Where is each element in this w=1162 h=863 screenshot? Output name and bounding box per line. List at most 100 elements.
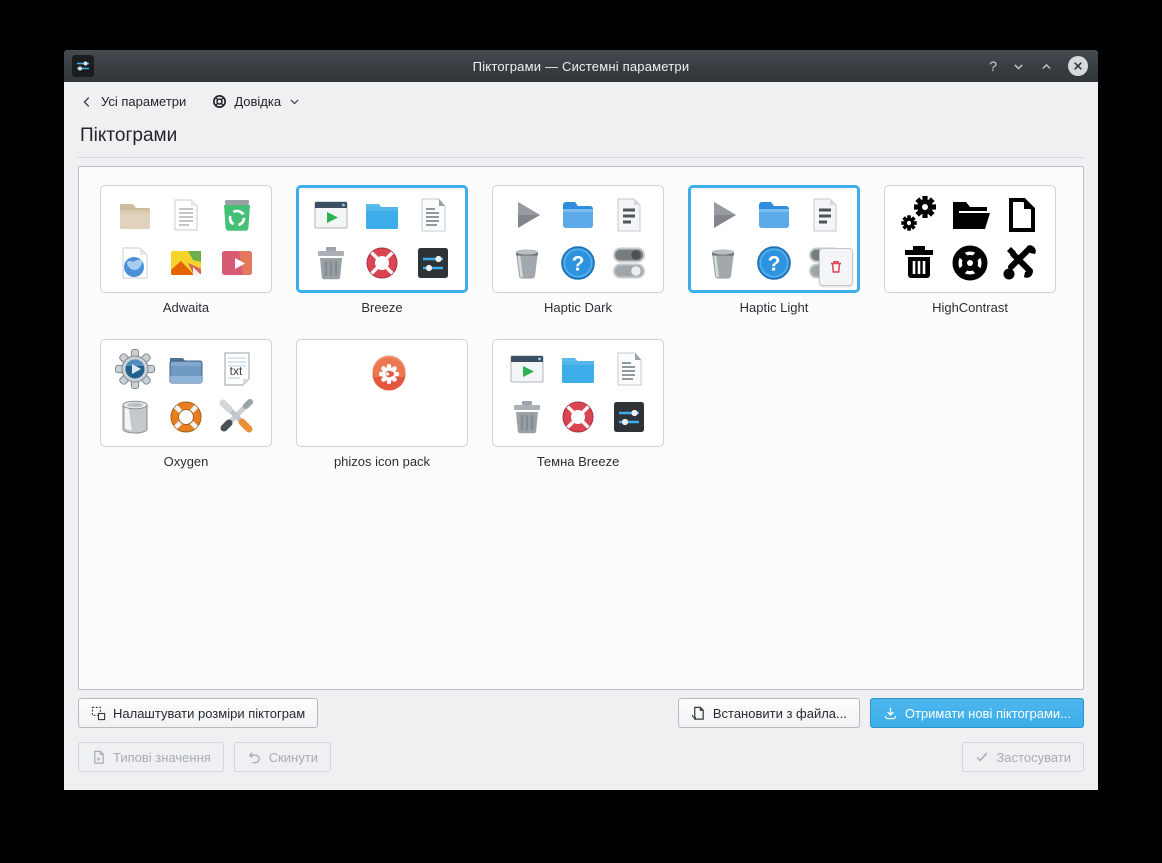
window-title: Піктограми — Системні параметри xyxy=(64,59,1098,74)
theme-label: Haptic Dark xyxy=(544,300,612,315)
toggles-icon xyxy=(607,241,651,285)
theme-item: Темна Breeze xyxy=(492,339,664,469)
apply-button: Застосувати xyxy=(962,742,1084,772)
theme-card[interactable] xyxy=(296,185,468,293)
theme-label: Oxygen xyxy=(164,454,209,469)
document-icon xyxy=(411,193,455,237)
document-icon xyxy=(803,193,847,237)
defaults-label: Типові значення xyxy=(113,750,211,765)
trash-icon xyxy=(701,241,745,285)
recycle-bin-icon xyxy=(215,193,259,237)
folder-icon xyxy=(113,193,157,237)
chevron-left-icon xyxy=(80,95,94,109)
footer-dialog-buttons: Типові значення Скинути Застосувати xyxy=(64,742,1098,772)
svg-text:?: ? xyxy=(572,253,585,276)
chevron-down-icon xyxy=(288,95,301,108)
theme-label: Haptic Light xyxy=(740,300,809,315)
theme-card[interactable] xyxy=(100,185,272,293)
theme-card[interactable] xyxy=(296,339,468,447)
tools-icon xyxy=(999,241,1043,285)
theme-label: Breeze xyxy=(361,300,402,315)
undo-icon xyxy=(247,750,262,765)
footer-actions: Налаштувати розміри піктограм Встановити… xyxy=(64,698,1098,728)
tools-icon xyxy=(215,395,259,439)
media-player-icon xyxy=(309,193,353,237)
settings-icon xyxy=(411,241,455,285)
system-settings-window: Піктограми — Системні параметри ? Усі па… xyxy=(64,50,1098,790)
defaults-button: Типові значення xyxy=(78,742,224,772)
trash-icon xyxy=(505,241,549,285)
page-title: Піктограми xyxy=(64,113,1098,147)
header-separator xyxy=(78,157,1084,158)
theme-item: ? Haptic Dark xyxy=(492,185,664,315)
trash-icon xyxy=(505,395,549,439)
theme-item: phizos icon pack xyxy=(296,339,468,469)
help-menu-button[interactable]: Довідка xyxy=(212,94,301,109)
theme-label: Темна Breeze xyxy=(537,454,620,469)
lifebuoy-icon xyxy=(164,395,208,439)
image-icon xyxy=(164,241,208,285)
transform-icon xyxy=(91,706,106,721)
titlebar[interactable]: Піктограми — Системні параметри ? xyxy=(64,50,1098,82)
help-icon: ? xyxy=(752,241,796,285)
trash-icon xyxy=(113,395,157,439)
play-icon xyxy=(701,193,745,237)
all-settings-button[interactable]: Усі параметри xyxy=(80,94,186,109)
theme-card[interactable]: ? xyxy=(492,185,664,293)
checkmark-icon xyxy=(975,750,989,764)
theme-item: Breeze xyxy=(296,185,468,315)
install-from-file-button[interactable]: Встановити з файла... xyxy=(678,698,860,728)
download-icon xyxy=(883,706,898,721)
install-from-file-label: Встановити з файла... xyxy=(713,706,847,721)
maximize-button[interactable] xyxy=(1040,60,1053,73)
theme-item: Adwaita xyxy=(100,185,272,315)
folder-icon xyxy=(556,347,600,391)
trash-icon xyxy=(897,241,941,285)
svg-text:txt: txt xyxy=(230,364,243,378)
document-icon xyxy=(607,193,651,237)
folder-icon xyxy=(752,193,796,237)
folder-icon xyxy=(556,193,600,237)
lifebuoy-icon xyxy=(556,395,600,439)
close-button[interactable] xyxy=(1068,56,1088,76)
text-document-icon: txt xyxy=(215,347,259,391)
folder-icon xyxy=(360,193,404,237)
minimize-button[interactable] xyxy=(1012,60,1025,73)
folder-icon xyxy=(164,347,208,391)
theme-grid: Adwaita Breeze ? Haptic Dark ? Haptic Li… xyxy=(78,166,1084,690)
get-new-icons-button[interactable]: Отримати нові піктограми... xyxy=(870,698,1084,728)
help-button[interactable]: ? xyxy=(989,58,997,74)
theme-label: Adwaita xyxy=(163,300,209,315)
settings-icon xyxy=(607,395,651,439)
gears-icon xyxy=(897,193,941,237)
apply-label: Застосувати xyxy=(996,750,1071,765)
lifebuoy-icon xyxy=(212,94,227,109)
delete-theme-button[interactable] xyxy=(819,248,853,286)
media-player-icon xyxy=(505,347,549,391)
globe-document-icon xyxy=(113,241,157,285)
document-icon xyxy=(607,347,651,391)
document-icon xyxy=(164,193,208,237)
gear-player-icon xyxy=(113,347,157,391)
theme-label: phizos icon pack xyxy=(334,454,430,469)
configure-icon-sizes-label: Налаштувати розміри піктограм xyxy=(113,706,305,721)
configure-icon-sizes-button[interactable]: Налаштувати розміри піктограм xyxy=(78,698,318,728)
theme-item: txt Oxygen xyxy=(100,339,272,469)
lifebuoy-icon xyxy=(360,241,404,285)
play-icon xyxy=(505,193,549,237)
toolbar: Усі параметри Довідка xyxy=(64,82,1098,113)
video-player-icon xyxy=(215,241,259,285)
theme-card[interactable] xyxy=(884,185,1056,293)
theme-item: ? Haptic Light xyxy=(688,185,860,315)
theme-card[interactable]: ? xyxy=(688,185,860,293)
trash-icon xyxy=(309,241,353,285)
theme-label: HighContrast xyxy=(932,300,1008,315)
wheel-icon xyxy=(948,241,992,285)
theme-card[interactable]: txt xyxy=(100,339,272,447)
app-icon xyxy=(72,55,94,77)
help-menu-label: Довідка xyxy=(234,94,281,109)
document-revert-icon xyxy=(91,750,106,765)
folder-icon xyxy=(948,193,992,237)
document-icon xyxy=(999,193,1043,237)
theme-card[interactable] xyxy=(492,339,664,447)
